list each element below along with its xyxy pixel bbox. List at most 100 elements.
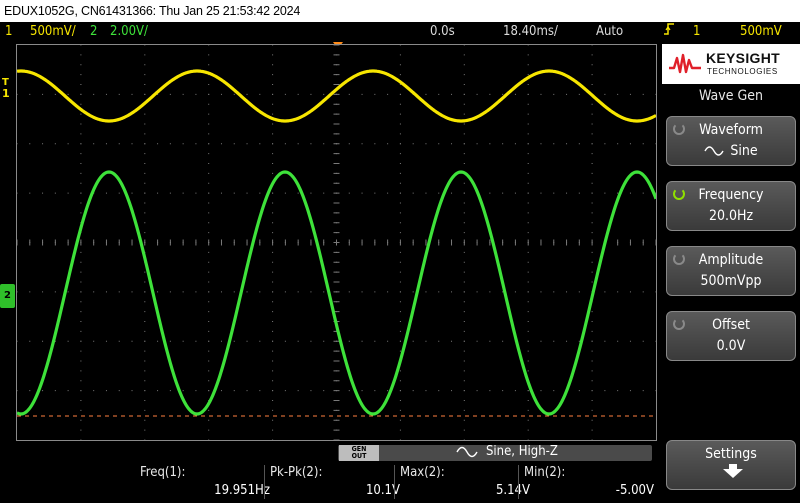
grid-dot [527, 172, 529, 174]
grid-dot [361, 390, 363, 392]
grid-dot [105, 93, 107, 95]
grid-dot [284, 291, 286, 293]
trigger-source[interactable]: 1 [693, 22, 700, 42]
grid-dot [361, 93, 363, 95]
grid-dot [463, 182, 465, 184]
grid-dot [463, 153, 465, 155]
grid-dot [272, 84, 274, 85]
grid-dot [425, 390, 427, 392]
grid-dot [591, 45, 593, 46]
ch2-scale[interactable]: 2.00V/ [110, 22, 148, 42]
grid-dot [374, 291, 376, 293]
amplitude-softkey[interactable]: Amplitude 500mVpp [666, 246, 796, 296]
grid-dot [54, 192, 56, 194]
time-delay[interactable]: 0.0s [430, 22, 455, 42]
window-title: EDUX1052G, CN61431366: Thu Jan 25 21:53:… [0, 0, 800, 22]
trigger-level[interactable]: 500mV [740, 22, 782, 42]
grid-dot [80, 123, 82, 125]
grid-dot [591, 182, 593, 184]
grid-dot [591, 321, 593, 322]
grid-dot [246, 340, 248, 342]
grid-dot [463, 133, 465, 135]
grid-dot [67, 291, 69, 293]
grid-dot [463, 103, 465, 105]
grid-dot [399, 93, 401, 95]
grid-dot [578, 390, 580, 392]
grid-dot [272, 74, 274, 76]
grid-dot [144, 222, 146, 224]
grid-dot [399, 133, 401, 135]
settings-softkey[interactable]: Settings [666, 440, 796, 490]
grid-dot [463, 390, 465, 392]
grid-dot [29, 143, 31, 145]
grid-dot [42, 390, 44, 392]
grid-dot [591, 163, 593, 164]
grid-dot [463, 350, 465, 352]
ch2-ground-marker[interactable]: 2 [0, 284, 15, 308]
grid-dot [604, 291, 606, 293]
offset-softkey[interactable]: Offset 0.0V [666, 311, 796, 361]
grid-dot [374, 340, 376, 342]
grid-dot [387, 291, 389, 293]
grid-dot [425, 291, 427, 293]
grid-dot [348, 143, 350, 145]
grid-dot [591, 133, 593, 135]
grid-dot [272, 291, 274, 293]
grid-dot [208, 251, 210, 253]
grid-dot [399, 409, 401, 411]
gen-out-indicator: GEN OUT [339, 445, 379, 461]
grid-dot [144, 321, 146, 322]
grid-dot [591, 439, 593, 440]
grid-dot [348, 93, 350, 95]
grid-dot [527, 340, 529, 342]
trigger-mode[interactable]: Auto [596, 22, 623, 42]
grid-dot [208, 321, 210, 322]
ch2-number[interactable]: 2 [90, 22, 97, 42]
ch1-number[interactable]: 1 [5, 22, 12, 42]
measurement-pkpk[interactable]: Pk-Pk(2): 10.1V [264, 463, 400, 501]
grid-dot [310, 192, 312, 194]
grid-dot [182, 390, 184, 392]
waveform-softkey[interactable]: Waveform Sine [666, 116, 796, 166]
measurement-min[interactable]: Min(2): -5.00V [518, 463, 654, 501]
grid-dot [144, 163, 146, 164]
ch1-ground-marker[interactable]: T 1 [2, 77, 10, 99]
grid-dot [169, 340, 171, 342]
grid-dot [323, 192, 325, 194]
time-scale[interactable]: 18.40ms/ [503, 22, 558, 42]
grid-dot [387, 143, 389, 145]
grid-dot [399, 291, 401, 293]
measurement-freq[interactable]: Freq(1): 19.951Hz [140, 463, 270, 501]
grid-dot [246, 143, 248, 145]
grid-dot [144, 390, 146, 392]
grid-dot [144, 301, 146, 303]
grid-dot [182, 291, 184, 293]
grid-dot [17, 340, 18, 342]
grid-dot [310, 143, 312, 145]
grid-dot [463, 311, 465, 313]
grid-dot [80, 153, 82, 155]
measurement-max[interactable]: Max(2): 5.14V [394, 463, 530, 501]
grid-dot [463, 429, 465, 431]
grid-dot [566, 143, 568, 145]
grid-dot [463, 301, 465, 303]
grid-dot [425, 143, 427, 145]
frequency-softkey[interactable]: Frequency 20.0Hz [666, 181, 796, 231]
grid-dot [80, 172, 82, 174]
waveform-display[interactable] [16, 44, 657, 441]
grid-dot [208, 202, 210, 204]
ch1-scale[interactable]: 500mV/ [30, 22, 76, 42]
grid-dot [144, 370, 146, 372]
grid-dot [412, 192, 414, 194]
grid-dot [233, 192, 235, 194]
grid-dot [527, 301, 529, 303]
grid-dot [553, 291, 555, 293]
grid-dot [144, 212, 146, 214]
grid-dot [463, 202, 465, 204]
grid-dot [310, 390, 312, 392]
grid-dot [195, 340, 197, 342]
grid-dot [463, 113, 465, 115]
grid-dot [617, 192, 619, 194]
grid-dot [566, 192, 568, 194]
grid-dot [399, 232, 401, 234]
